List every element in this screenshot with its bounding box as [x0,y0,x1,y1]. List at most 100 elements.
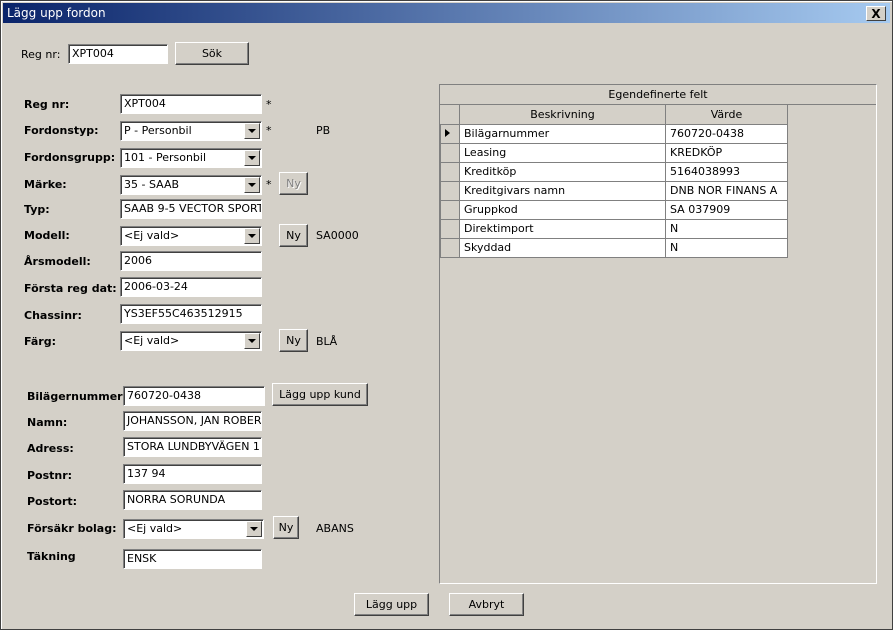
farg-label: Färg: [24,335,56,348]
dropdown-arrow-icon[interactable] [246,521,262,537]
forsta-reg-label: Första reg dat: [24,282,117,295]
marke-label: Märke: [24,178,67,191]
required-mark: * [266,178,272,191]
custom-fields-table: Beskrivning Värde Bilägarnummer 760720-04… [440,105,788,258]
marke-select[interactable]: 35 - SAAB [120,175,262,195]
row-header[interactable] [440,180,460,201]
required-mark: * [266,124,272,137]
chassi-input[interactable]: YS3EF55C463512915 [120,304,262,324]
modell-select[interactable]: <Ej vald> [120,226,262,246]
cell-value[interactable]: 760720-0438 [665,123,788,144]
required-mark: * [266,98,272,111]
marke-new-button[interactable]: Ny [279,172,308,195]
cell-value[interactable]: DNB NOR FINANS A [665,180,788,201]
takning-label: Täkning [27,550,76,563]
adress-label: Adress: [27,442,74,455]
cell-description[interactable]: Bilägarnummer [459,123,666,144]
save-button[interactable]: Lägg upp [354,593,429,616]
farg-new-button[interactable]: Ny [279,329,308,352]
modell-code: SA0000 [316,229,359,242]
table-row[interactable]: Skyddad N [440,237,788,258]
modell-value: <Ej vald> [124,229,180,242]
chassi-label: Chassinr: [24,309,82,322]
cell-value[interactable]: N [665,237,788,258]
modell-new-button[interactable]: Ny [279,224,308,247]
namn-input[interactable]: JOHANSSON, JAN ROBER [123,411,262,431]
typ-input[interactable]: SAAB 9-5 VECTOR SPORT [120,199,262,219]
fordonstyp-code: PB [316,124,331,137]
fordonstyp-value: P - Personbil [124,124,192,137]
column-header-description[interactable]: Beskrivning [459,105,666,125]
custom-fields-caption: Egendefinerte felt [440,85,876,105]
cancel-button[interactable]: Avbryt [449,593,524,616]
table-row[interactable]: Gruppkod SA 037909 [440,199,788,220]
fordonsgrupp-select[interactable]: 101 - Personbil [120,148,262,168]
forsakr-value: <Ej vald> [127,522,183,535]
dropdown-arrow-icon[interactable] [244,177,260,193]
search-button[interactable]: Sök [175,42,249,65]
arsmodell-label: Årsmodell: [24,255,91,268]
row-header[interactable] [440,199,460,220]
row-header[interactable] [440,123,460,144]
fordonsgrupp-label: Fordonsgrupp: [24,151,116,164]
table-row[interactable]: Bilägarnummer 760720-0438 [440,123,788,144]
bilagare-input[interactable]: 760720-0438 [123,386,265,406]
farg-select[interactable]: <Ej vald> [120,331,262,351]
table-row[interactable]: Kreditgivars namn DNB NOR FINANS A [440,180,788,201]
namn-label: Namn: [27,416,68,429]
forsakr-label: Försäkr bolag: [27,522,117,535]
add-customer-button[interactable]: Lägg upp kund [272,383,368,406]
cell-value[interactable]: N [665,218,788,239]
cell-value[interactable]: 5164038993 [665,161,788,182]
arsmodell-input[interactable]: 2006 [120,251,262,271]
farg-value: <Ej vald> [124,334,180,347]
postort-label: Postort: [27,495,78,508]
search-reg-label: Reg nr: [21,48,61,61]
cell-description[interactable]: Leasing [459,142,666,163]
custom-fields-panel: Egendefinerte felt Beskrivning Värde Bil… [439,84,877,584]
dialog-window: Lägg upp fordon X Reg nr: XPT004 Sök Reg… [0,0,893,630]
close-button[interactable]: X [866,6,886,21]
adress-input[interactable]: STORA LUNDBYVÄGEN 1 [123,437,262,457]
cell-value[interactable]: SA 037909 [665,199,788,220]
bilagare-label: Bilägernummer: [27,390,127,403]
row-header[interactable] [440,161,460,182]
dropdown-arrow-icon[interactable] [244,228,260,244]
typ-label: Typ: [24,203,50,216]
marke-value: 35 - SAAB [124,178,180,191]
fordonsgrupp-value: 101 - Personbil [124,151,207,164]
dropdown-arrow-icon[interactable] [244,150,260,166]
cell-description[interactable]: Kreditgivars namn [459,180,666,201]
reg-input[interactable]: XPT004 [120,94,262,114]
forsta-reg-input[interactable]: 2006-03-24 [120,277,262,297]
reg-label: Reg nr: [24,98,70,111]
column-header-value[interactable]: Värde [665,105,788,125]
cell-description[interactable]: Kreditköp [459,161,666,182]
takning-input[interactable]: ENSK [123,549,262,569]
search-reg-input[interactable]: XPT004 [68,44,168,64]
postnr-input[interactable]: 137 94 [123,464,262,484]
row-header[interactable] [440,237,460,258]
forsakr-select[interactable]: <Ej vald> [123,519,264,539]
window-title: Lägg upp fordon [7,6,106,20]
postort-input[interactable]: NORRA SORUNDA [123,490,262,510]
table-row[interactable]: Leasing KREDKÖP [440,142,788,163]
current-row-pointer-icon [445,129,450,137]
modell-label: Modell: [24,229,70,242]
row-header[interactable] [440,218,460,239]
table-row[interactable]: Kreditköp 5164038993 [440,161,788,182]
forsakr-code: ABANS [316,522,354,535]
dropdown-arrow-icon[interactable] [244,123,260,139]
cell-description[interactable]: Direktimport [459,218,666,239]
cell-description[interactable]: Skyddad [459,237,666,258]
dropdown-arrow-icon[interactable] [244,333,260,349]
row-header[interactable] [440,142,460,163]
cell-description[interactable]: Gruppkod [459,199,666,220]
title-bar: Lägg upp fordon X [3,3,890,23]
table-row[interactable]: Direktimport N [440,218,788,239]
cell-value[interactable]: KREDKÖP [665,142,788,163]
farg-code: BLÅ [316,335,338,348]
forsakr-new-button[interactable]: Ny [273,516,299,539]
fordonstyp-label: Fordonstyp: [24,124,99,137]
fordonstyp-select[interactable]: P - Personbil [120,121,262,141]
